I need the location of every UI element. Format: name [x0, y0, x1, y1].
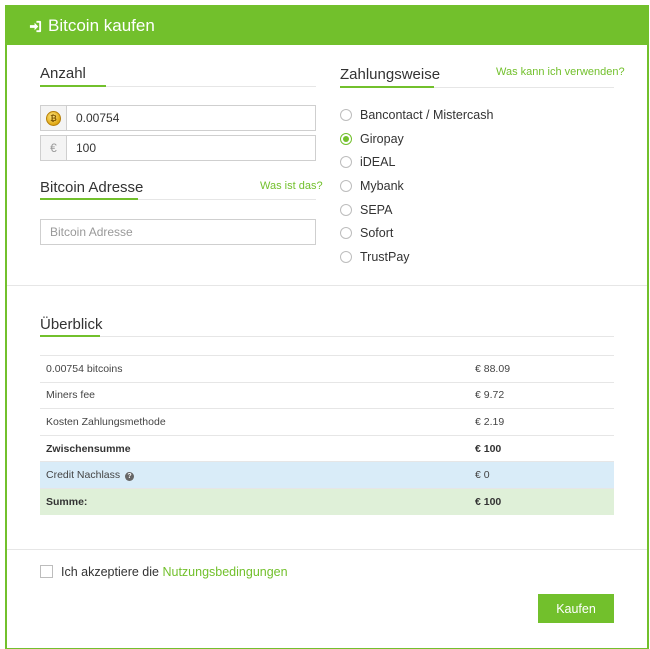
radio-button[interactable]: [340, 180, 352, 192]
sign-in-icon: [29, 20, 42, 32]
payment-option-label: Mybank: [360, 179, 404, 193]
overview-section-accent: [40, 335, 100, 337]
section-divider: [7, 285, 647, 286]
terms-prefix: Ich akzeptiere die: [61, 565, 159, 579]
panel-header: Bitcoin kaufen: [7, 7, 647, 45]
row-value: € 0: [469, 461, 614, 489]
payment-option-label: iDEAL: [360, 155, 396, 169]
euro-addon: €: [41, 136, 67, 160]
address-section-accent: [40, 198, 138, 200]
bitcoin-coin-icon: ₿: [46, 110, 61, 126]
radio-button[interactable]: [340, 109, 352, 121]
overview-section-title: Überblick: [40, 316, 103, 333]
eur-amount-input[interactable]: [67, 136, 315, 160]
row-label: Kosten Zahlungsmethode: [40, 408, 469, 436]
payment-option-trustpay[interactable]: TrustPay: [340, 250, 410, 264]
table-row: Miners fee € 9.72: [40, 381, 614, 409]
btc-addon: ₿: [41, 106, 67, 130]
section-divider: [7, 549, 647, 550]
radio-button[interactable]: [340, 227, 352, 239]
row-label: Summe:: [40, 487, 469, 516]
total-row: Summe: € 100: [40, 487, 614, 516]
payment-option-sofort[interactable]: Sofort: [340, 226, 393, 240]
euro-icon: €: [50, 141, 57, 155]
payment-option-label: Bancontact / Mistercash: [360, 108, 494, 122]
amount-section-accent: [40, 85, 106, 87]
payment-section-accent: [340, 86, 434, 88]
payment-option-giropay[interactable]: Giropay: [340, 132, 404, 146]
payment-option-label: Sofort: [360, 226, 394, 240]
payment-option-sepa[interactable]: SEPA: [340, 203, 392, 217]
row-value: € 100: [469, 434, 614, 462]
row-value: € 100: [469, 487, 614, 516]
question-circle-icon[interactable]: ?: [125, 472, 135, 482]
overview-section-rule: [40, 336, 614, 337]
row-label: Credit Nachlass: [46, 469, 121, 482]
terms-checkbox[interactable]: [40, 565, 53, 578]
what-is-this-link[interactable]: Was ist das?: [260, 180, 323, 192]
subtotal-row: Zwischensumme € 100: [40, 434, 614, 462]
terms-link[interactable]: Nutzungsbedingungen: [162, 565, 287, 579]
payment-option-label: TrustPay: [360, 250, 410, 264]
buy-bitcoin-panel: Bitcoin kaufen Anzahl ₿ € Bitcoin Adress…: [5, 5, 649, 649]
row-value: € 9.72: [469, 381, 614, 409]
payment-option-ideal[interactable]: iDEAL: [340, 155, 395, 169]
btc-amount-input[interactable]: [67, 106, 315, 130]
credit-label-cell: Credit Nachlass ?: [40, 461, 469, 489]
radio-button[interactable]: [340, 156, 352, 168]
payment-section-title: Zahlungsweise: [340, 66, 441, 83]
payment-option-label: SEPA: [360, 203, 393, 217]
overview-table: 0.00754 bitcoins € 88.09 Miners fee € 9.…: [40, 355, 614, 516]
address-field: [40, 219, 316, 245]
payment-option-mybank[interactable]: Mybank: [340, 179, 404, 193]
eur-amount-field: €: [40, 135, 316, 161]
credit-row: Credit Nachlass ? € 0: [40, 461, 614, 489]
terms-text: Ich akzeptiere die Nutzungsbedingungen: [61, 565, 288, 579]
amount-section-title: Anzahl: [40, 65, 86, 82]
row-value: € 2.19: [469, 408, 614, 436]
radio-button[interactable]: [340, 251, 352, 263]
row-label: 0.00754 bitcoins: [40, 355, 469, 383]
payment-option-bancontact[interactable]: Bancontact / Mistercash: [340, 108, 493, 122]
table-row: 0.00754 bitcoins € 88.09: [40, 355, 614, 383]
table-row: Kosten Zahlungsmethode € 2.19: [40, 408, 614, 436]
radio-button[interactable]: [340, 204, 352, 216]
page-title: Bitcoin kaufen: [48, 16, 155, 35]
btc-amount-field: ₿: [40, 105, 316, 131]
what-can-i-use-link[interactable]: Was kann ich verwenden?: [496, 66, 625, 78]
payment-option-label: Giropay: [360, 132, 404, 146]
row-label: Zwischensumme: [40, 434, 469, 462]
radio-button-selected[interactable]: [340, 133, 352, 145]
address-section-title: Bitcoin Adresse: [40, 179, 144, 196]
bitcoin-address-input[interactable]: [41, 220, 315, 244]
row-value: € 88.09: [469, 355, 614, 383]
buy-button[interactable]: Kaufen: [538, 594, 614, 623]
row-label: Miners fee: [40, 381, 469, 409]
